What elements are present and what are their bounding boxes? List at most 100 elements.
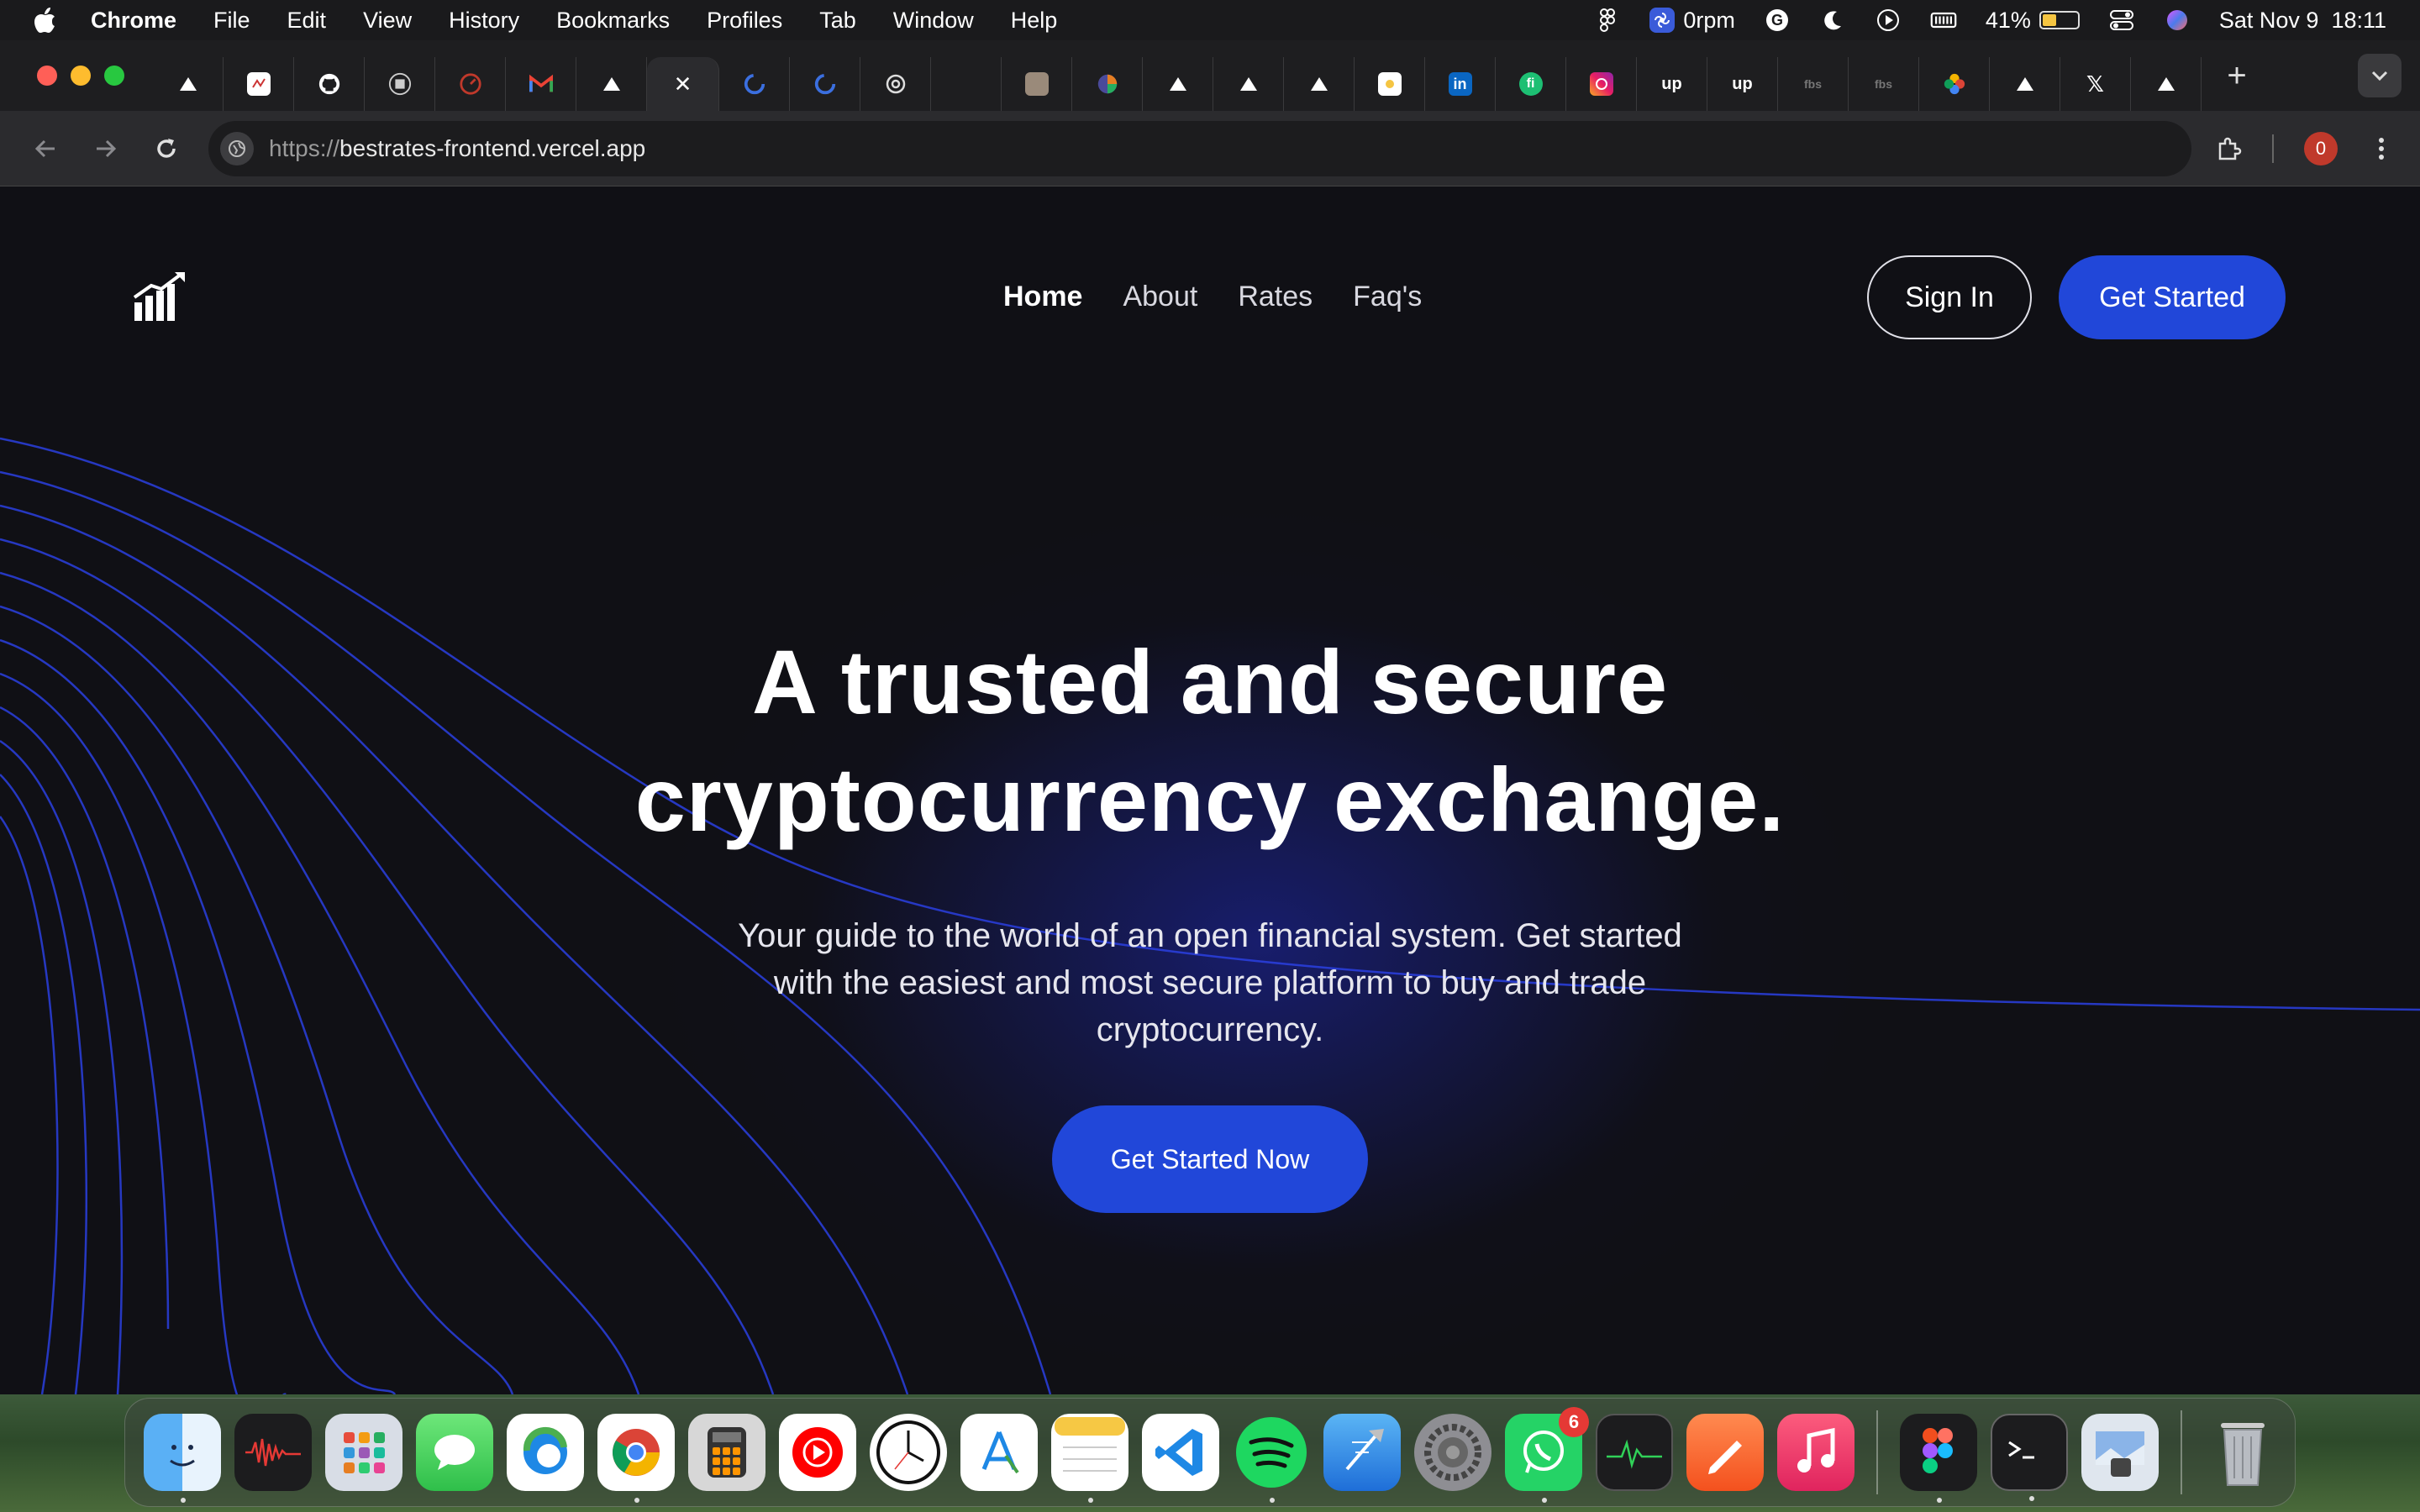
- menu-tab[interactable]: Tab: [819, 8, 856, 34]
- get-started-now-button[interactable]: Get Started Now: [1052, 1105, 1368, 1213]
- edge-icon[interactable]: [507, 1414, 584, 1491]
- tab[interactable]: [1143, 57, 1213, 111]
- launchpad-icon[interactable]: [325, 1414, 402, 1491]
- nav-home[interactable]: Home: [1003, 281, 1082, 313]
- tab[interactable]: [2131, 57, 2202, 111]
- profile-avatar[interactable]: 0: [2304, 131, 2338, 165]
- calculator-icon[interactable]: [688, 1414, 765, 1491]
- preview-icon[interactable]: [2081, 1414, 2159, 1491]
- minimize-window-button[interactable]: [71, 66, 91, 86]
- play-icon[interactable]: [1875, 7, 1902, 34]
- tab[interactable]: [294, 57, 365, 111]
- vscode-icon[interactable]: [1142, 1414, 1219, 1491]
- tab[interactable]: fi: [1496, 57, 1566, 111]
- x-icon: 𝕏: [2086, 71, 2104, 97]
- finder-icon[interactable]: [144, 1414, 221, 1503]
- zoom-window-button[interactable]: [104, 66, 124, 86]
- tab[interactable]: [931, 57, 1002, 111]
- fan-status[interactable]: 0rpm: [1649, 8, 1735, 34]
- fan-rpm: 0rpm: [1683, 7, 1735, 33]
- tab[interactable]: [1990, 57, 2060, 111]
- system-settings-icon[interactable]: [1414, 1414, 1491, 1491]
- back-button[interactable]: [22, 125, 69, 172]
- battery-status[interactable]: 41%: [1986, 8, 2080, 34]
- tab[interactable]: [1072, 57, 1143, 111]
- date-time[interactable]: Sat Nov 9 18:11: [2219, 8, 2386, 34]
- xcode-icon[interactable]: [1323, 1414, 1401, 1491]
- notes-icon[interactable]: [1051, 1414, 1128, 1503]
- menu-edit[interactable]: Edit: [287, 8, 327, 34]
- extensions-icon[interactable]: [2215, 135, 2242, 162]
- tab[interactable]: [506, 57, 576, 111]
- messages-icon[interactable]: [416, 1414, 493, 1491]
- site-info-icon[interactable]: [220, 131, 254, 165]
- get-started-button[interactable]: Get Started: [2059, 255, 2286, 339]
- tab[interactable]: [435, 57, 506, 111]
- tab[interactable]: up: [1637, 57, 1707, 111]
- tab[interactable]: [153, 57, 224, 111]
- close-window-button[interactable]: [37, 66, 57, 86]
- hero-title: A trusted and secure cryptocurrency exch…: [538, 623, 1882, 858]
- terminal-icon[interactable]: [1991, 1414, 2068, 1501]
- app-store-icon[interactable]: [960, 1414, 1038, 1491]
- music-icon[interactable]: [1777, 1414, 1854, 1491]
- menu-window[interactable]: Window: [893, 8, 974, 34]
- whatsapp-icon[interactable]: 6: [1505, 1407, 1589, 1503]
- menu-bookmarks[interactable]: Bookmarks: [556, 8, 670, 34]
- more-menu-icon[interactable]: [2368, 135, 2395, 162]
- control-center-icon[interactable]: [2108, 7, 2135, 34]
- figma-status-icon[interactable]: [1594, 7, 1621, 34]
- apple-icon[interactable]: [32, 6, 59, 34]
- tab[interactable]: [790, 57, 860, 111]
- tab[interactable]: [1566, 57, 1637, 111]
- tab[interactable]: [1919, 57, 1990, 111]
- nav-about[interactable]: About: [1123, 281, 1197, 313]
- drive-icon: [2157, 77, 2175, 91]
- forward-button[interactable]: [82, 125, 129, 172]
- tab[interactable]: fbs: [1778, 57, 1849, 111]
- app-name-menu[interactable]: Chrome: [91, 8, 176, 34]
- tab-search-button[interactable]: [2358, 54, 2402, 97]
- memory-icon[interactable]: [1930, 7, 1957, 34]
- menu-view[interactable]: View: [363, 8, 412, 34]
- menu-help[interactable]: Help: [1011, 8, 1058, 34]
- pen-icon[interactable]: [1686, 1414, 1764, 1491]
- tab[interactable]: [1355, 57, 1425, 111]
- nav-rates[interactable]: Rates: [1238, 281, 1313, 313]
- trash-icon[interactable]: [2204, 1414, 2281, 1491]
- new-tab-button[interactable]: +: [2218, 57, 2255, 95]
- tab[interactable]: up: [1707, 57, 1778, 111]
- tab[interactable]: [1284, 57, 1355, 111]
- youtube-music-icon[interactable]: [779, 1414, 856, 1491]
- grammarly-icon[interactable]: G: [1764, 7, 1791, 34]
- sign-in-button[interactable]: Sign In: [1867, 255, 2032, 339]
- tab[interactable]: fbs: [1849, 57, 1919, 111]
- tab[interactable]: [365, 57, 435, 111]
- menu-file[interactable]: File: [213, 8, 250, 34]
- reload-button[interactable]: [143, 125, 190, 172]
- tab[interactable]: in: [1425, 57, 1496, 111]
- tab[interactable]: 𝕏: [2060, 57, 2131, 111]
- close-tab-icon[interactable]: ✕: [671, 71, 695, 97]
- tab[interactable]: [860, 57, 931, 111]
- tab[interactable]: [1002, 57, 1072, 111]
- nav-faq[interactable]: Faq's: [1353, 281, 1422, 313]
- activity-monitor-icon[interactable]: [1596, 1414, 1673, 1491]
- clock-icon[interactable]: [870, 1414, 947, 1491]
- voice-memos-icon[interactable]: [234, 1414, 312, 1491]
- chart-logo-icon[interactable]: [133, 270, 188, 323]
- tab[interactable]: [224, 57, 294, 111]
- spotify-icon[interactable]: [1233, 1414, 1310, 1503]
- figma-icon[interactable]: [1900, 1414, 1977, 1503]
- moon-icon[interactable]: [1819, 7, 1846, 34]
- tab[interactable]: [719, 57, 790, 111]
- arrow-left-icon: [34, 139, 55, 157]
- tab[interactable]: [576, 57, 647, 111]
- tab-active[interactable]: ✕: [647, 57, 719, 111]
- chrome-icon[interactable]: [597, 1414, 675, 1503]
- menu-profiles[interactable]: Profiles: [707, 8, 782, 34]
- tab[interactable]: [1213, 57, 1284, 111]
- menu-history[interactable]: History: [449, 8, 519, 34]
- siri-icon[interactable]: [2164, 7, 2191, 34]
- address-bar[interactable]: https://bestrates-frontend.vercel.app: [208, 120, 2191, 176]
